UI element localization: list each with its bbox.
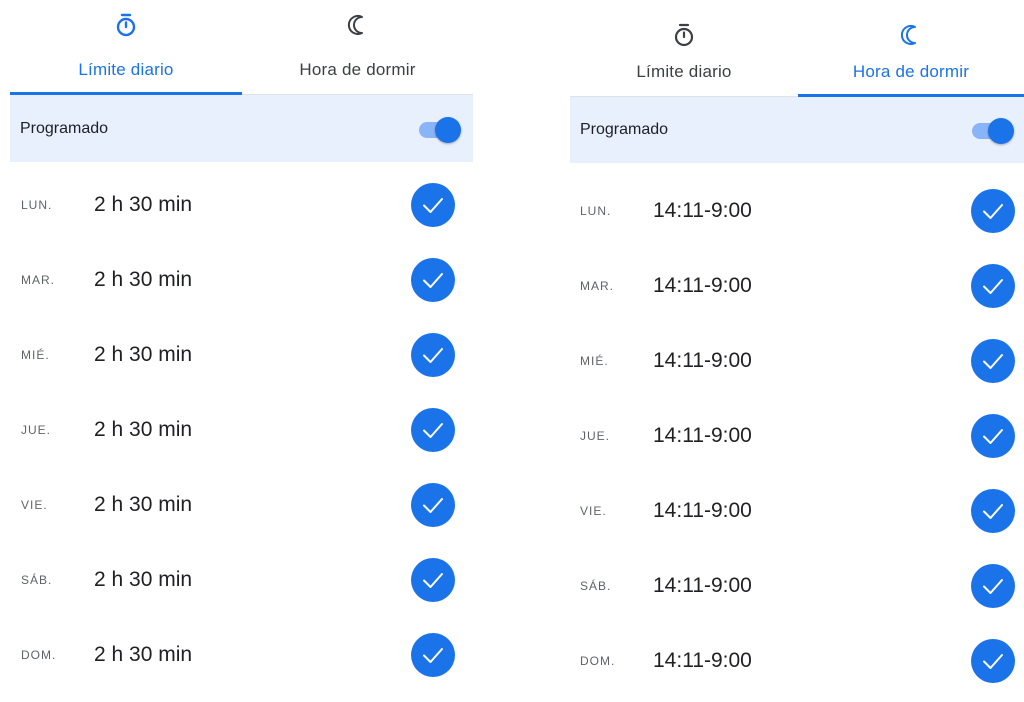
right-panel: Límite diario Hora de dormir Programado …: [570, 0, 1024, 693]
tab-bedtime[interactable]: Hora de dormir: [242, 0, 473, 94]
check-icon[interactable]: [971, 563, 1015, 608]
schedule-row: Programado: [10, 95, 473, 162]
day-label: SÁB.: [21, 572, 53, 587]
day-value: 14:11-9:00: [653, 498, 752, 522]
tab-daily-limit-label: Límite diario: [636, 62, 732, 81]
day-label: JUE.: [580, 428, 611, 443]
day-value: 2 h 30 min: [94, 342, 193, 366]
check-icon[interactable]: [971, 638, 1015, 683]
tab-bedtime[interactable]: Hora de dormir: [798, 0, 1024, 97]
day-value: 14:11-9:00: [653, 348, 752, 372]
check-icon[interactable]: [411, 482, 455, 527]
day-label: MAR.: [580, 278, 614, 293]
day-value: 2 h 30 min: [94, 417, 193, 441]
day-value: 2 h 30 min: [94, 192, 193, 216]
moon-icon: [347, 15, 363, 35]
day-label: VIE.: [580, 503, 607, 518]
day-label: MIÉ.: [21, 347, 50, 362]
list-item[interactable]: VIE. 14:11-9:00: [570, 473, 1024, 548]
day-label: MAR.: [21, 272, 55, 287]
day-value: 14:11-9:00: [653, 648, 752, 672]
schedule-row: Programado: [570, 97, 1024, 163]
check-icon[interactable]: [411, 407, 455, 452]
list-item[interactable]: MIÉ. 14:11-9:00: [570, 323, 1024, 398]
tab-bar: Límite diario Hora de dormir: [570, 0, 1024, 97]
list-item[interactable]: DOM. 14:11-9:00: [570, 623, 1024, 698]
day-label: LUN.: [21, 197, 53, 212]
list-item[interactable]: JUE. 2 h 30 min: [10, 392, 473, 467]
check-icon[interactable]: [971, 413, 1015, 458]
schedule-label: Programado: [580, 121, 669, 138]
day-label: JUE.: [21, 422, 52, 437]
check-icon[interactable]: [971, 263, 1015, 308]
list-item[interactable]: LUN. 14:11-9:00: [570, 173, 1024, 248]
check-icon[interactable]: [411, 257, 455, 302]
day-list: LUN. 2 h 30 min MAR. 2 h 30 min MIÉ. 2 h…: [10, 162, 473, 692]
list-item[interactable]: JUE. 14:11-9:00: [570, 398, 1024, 473]
day-label: DOM.: [580, 653, 616, 668]
list-item[interactable]: MIÉ. 2 h 30 min: [10, 317, 473, 392]
schedule-toggle[interactable]: [966, 117, 1014, 144]
check-icon[interactable]: [411, 332, 455, 377]
list-item[interactable]: MAR. 2 h 30 min: [10, 242, 473, 317]
list-item[interactable]: DOM. 2 h 30 min: [10, 617, 473, 692]
stopwatch-icon: [116, 13, 136, 37]
list-item[interactable]: LUN. 2 h 30 min: [10, 167, 473, 242]
schedule-label: Programado: [20, 119, 109, 137]
day-value: 14:11-9:00: [653, 198, 752, 222]
left-panel: Límite diario Hora de dormir Programado …: [10, 0, 473, 692]
toggle-knob: [435, 116, 461, 143]
check-icon[interactable]: [971, 338, 1015, 383]
day-list: LUN. 14:11-9:00 MAR. 14:11-9:00 MIÉ. 14:…: [570, 163, 1024, 693]
day-label: DOM.: [21, 647, 57, 662]
toggle-knob: [988, 118, 1014, 144]
check-icon[interactable]: [411, 557, 455, 602]
check-icon[interactable]: [411, 182, 455, 227]
day-value: 14:11-9:00: [653, 423, 752, 447]
tab-bedtime-label: Hora de dormir: [299, 60, 416, 79]
day-value: 2 h 30 min: [94, 492, 193, 516]
day-label: SÁB.: [580, 578, 612, 593]
schedule-toggle[interactable]: [413, 116, 461, 143]
list-item[interactable]: VIE. 2 h 30 min: [10, 467, 473, 542]
list-item[interactable]: MAR. 14:11-9:00: [570, 248, 1024, 323]
day-value: 2 h 30 min: [94, 642, 193, 666]
tab-daily-limit-label: Límite diario: [78, 60, 174, 79]
check-icon[interactable]: [971, 488, 1015, 533]
day-value: 2 h 30 min: [94, 567, 193, 591]
day-label: LUN.: [580, 203, 612, 218]
day-value: 14:11-9:00: [653, 273, 752, 297]
day-value: 2 h 30 min: [94, 267, 193, 291]
stopwatch-icon: [674, 23, 694, 47]
day-value: 14:11-9:00: [653, 573, 752, 597]
list-item[interactable]: SÁB. 14:11-9:00: [570, 548, 1024, 623]
day-label: VIE.: [21, 497, 48, 512]
tab-daily-limit[interactable]: Límite diario: [570, 0, 798, 96]
tab-bar: Límite diario Hora de dormir: [10, 0, 473, 95]
check-icon[interactable]: [971, 188, 1015, 233]
tab-daily-limit[interactable]: Límite diario: [10, 0, 242, 95]
list-item[interactable]: SÁB. 2 h 30 min: [10, 542, 473, 617]
tab-bedtime-label: Hora de dormir: [852, 62, 970, 81]
moon-icon: [900, 25, 916, 45]
check-icon[interactable]: [411, 632, 455, 677]
day-label: MIÉ.: [580, 353, 609, 368]
